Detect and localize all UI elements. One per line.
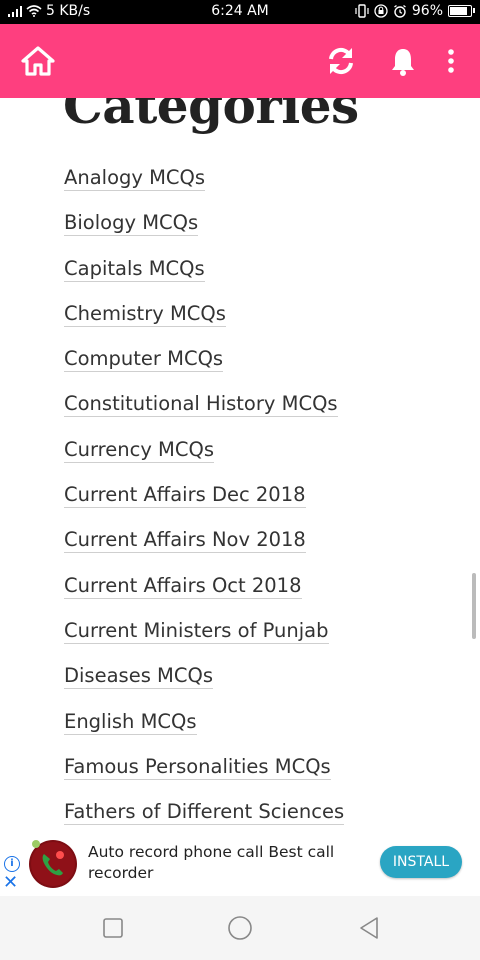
category-link[interactable]: Biology MCQs	[64, 211, 199, 237]
notifications-button[interactable]	[384, 42, 422, 80]
battery-percent: 96%	[411, 3, 443, 19]
ad-banner[interactable]: i ✕ Auto record phone call Best call rec…	[0, 836, 480, 896]
category-link[interactable]: Current Affairs Nov 2018	[64, 528, 306, 554]
ad-info-icon[interactable]: i	[4, 856, 20, 872]
category-link[interactable]: Current Ministers of Punjab	[64, 618, 329, 644]
category-item: Currency MCQs	[64, 437, 344, 483]
refresh-icon	[329, 47, 353, 75]
system-nav-bar	[0, 896, 480, 960]
category-link[interactable]: Capitals MCQs	[64, 256, 205, 282]
ad-app-icon[interactable]	[29, 840, 77, 888]
category-link[interactable]: Currency MCQs	[64, 437, 215, 463]
home-button[interactable]	[19, 42, 57, 80]
category-list: Analogy MCQs Biology MCQs Capitals MCQs Che…	[64, 166, 345, 836]
category-item: Current Affairs Dec 2018	[64, 483, 344, 528]
vibrate-icon	[355, 4, 369, 18]
battery-icon	[448, 5, 475, 17]
category-item: Famous Personalities MCQs	[64, 754, 344, 800]
category-item: Analogy MCQs	[64, 166, 344, 211]
category-item: Current Affairs Oct 2018	[64, 573, 344, 619]
category-item: Capitals MCQs	[64, 256, 344, 302]
more-vert-icon	[448, 49, 454, 73]
category-link[interactable]: Diseases MCQs	[64, 664, 214, 690]
category-link[interactable]: Current Affairs Dec 2018	[64, 483, 306, 509]
category-item: English MCQs	[64, 709, 344, 755]
phone-recorder-icon	[31, 840, 75, 886]
home-icon	[21, 46, 55, 76]
clock: 6:24 AM	[211, 3, 269, 19]
alarm-icon	[393, 4, 406, 18]
category-link[interactable]: English MCQs	[64, 709, 197, 735]
recents-square-icon	[103, 918, 123, 938]
ad-text[interactable]: Auto record phone call Best call recorde…	[88, 842, 338, 884]
back-button[interactable]	[355, 914, 383, 942]
refresh-button[interactable]	[322, 42, 360, 80]
main-content[interactable]: Categories Analogy MCQs Biology MCQs Capit…	[0, 24, 480, 836]
category-item: Biology MCQs	[64, 211, 344, 256]
category-link[interactable]: Chemistry MCQs	[64, 301, 226, 327]
bell-icon	[392, 49, 414, 76]
ad-close-icon[interactable]: ✕	[3, 874, 18, 892]
category-item: Chemistry MCQs	[64, 301, 344, 347]
home-circle-icon	[228, 916, 252, 940]
scrollbar[interactable]	[472, 573, 476, 639]
more-options-button[interactable]	[432, 42, 470, 80]
category-link[interactable]: Fathers of Different Sciences	[64, 800, 345, 826]
home-nav-button[interactable]	[226, 914, 254, 942]
status-bar: 5 KB/s 6:24 AM 96%	[0, 0, 480, 24]
category-link[interactable]: Computer MCQs	[64, 347, 224, 373]
category-item: Diseases MCQs	[64, 664, 344, 709]
category-link[interactable]: Constitutional History MCQs	[64, 392, 338, 418]
category-link[interactable]: Famous Personalities MCQs	[64, 754, 331, 780]
category-item: Current Ministers of Punjab	[64, 618, 344, 664]
category-link[interactable]: Analogy MCQs	[64, 166, 206, 191]
category-item: Computer MCQs	[64, 347, 344, 392]
recents-button[interactable]	[99, 914, 127, 942]
category-item: Constitutional History MCQs	[64, 392, 344, 437]
category-item: Fathers of Different Sciences	[64, 800, 345, 836]
app-bar	[0, 24, 480, 98]
category-link[interactable]: Current Affairs Oct 2018	[64, 573, 302, 599]
back-triangle-icon	[360, 917, 378, 939]
lock-rotation-icon	[374, 4, 388, 18]
install-button[interactable]: INSTALL	[380, 846, 462, 878]
category-item: Current Affairs Nov 2018	[64, 528, 344, 573]
